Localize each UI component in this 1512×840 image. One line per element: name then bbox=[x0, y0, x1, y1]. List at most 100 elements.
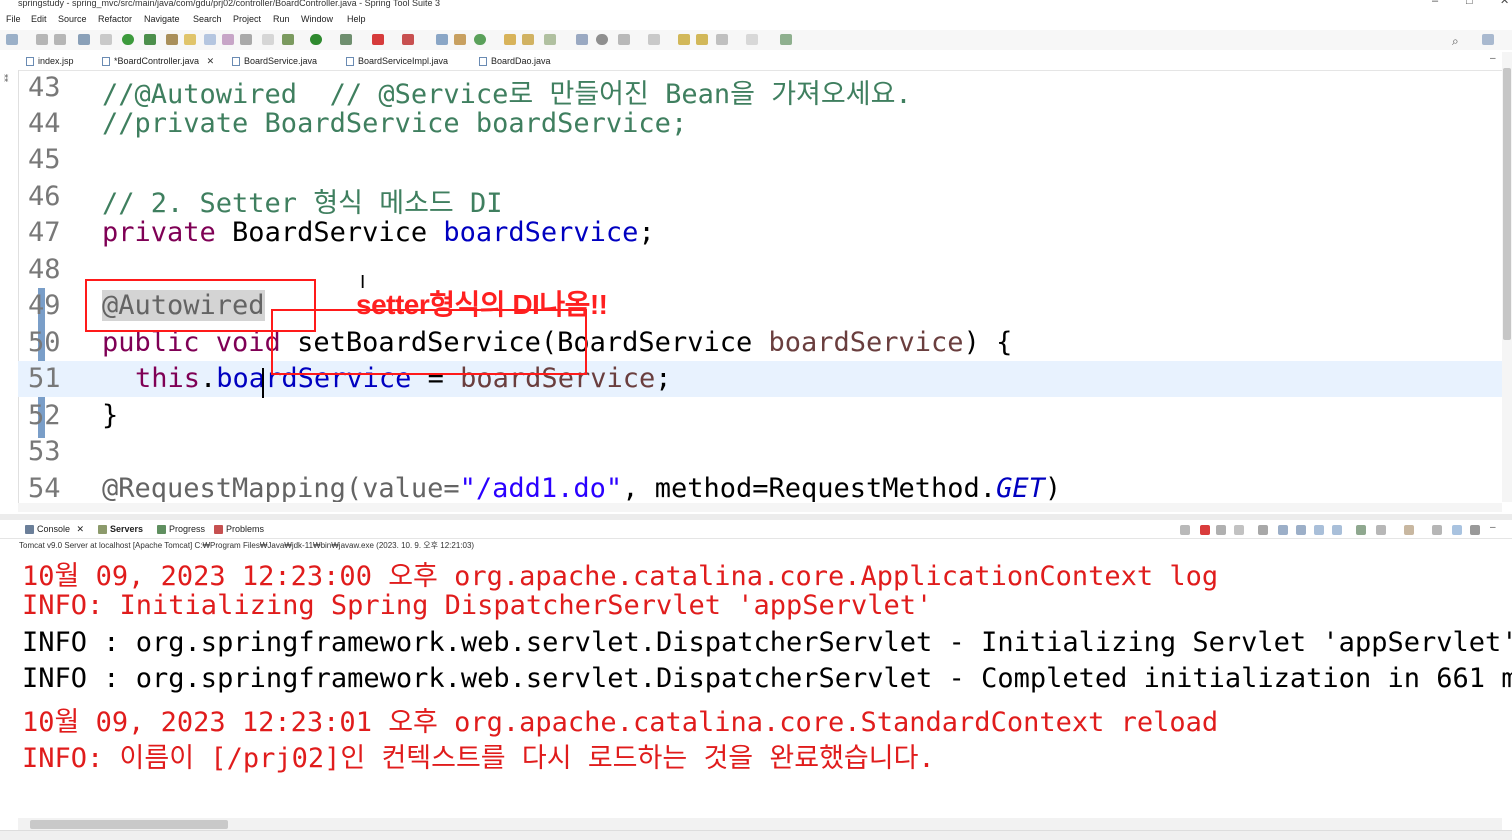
menu-source[interactable]: Source bbox=[58, 14, 87, 24]
tab-index-jsp[interactable]: index.jsp bbox=[24, 54, 74, 68]
task-icon[interactable] bbox=[204, 34, 216, 45]
remove-launch-icon[interactable] bbox=[1216, 525, 1226, 535]
maximize-icon[interactable]: □ bbox=[1466, 0, 1473, 7]
menu-search[interactable]: Search bbox=[193, 14, 222, 24]
tab-problems[interactable]: Problems bbox=[214, 524, 264, 534]
menu-file[interactable]: File bbox=[6, 14, 21, 24]
pilcrow-icon[interactable] bbox=[262, 34, 274, 45]
globe-icon[interactable] bbox=[596, 34, 608, 45]
tab-board-service[interactable]: BoardService.java bbox=[230, 54, 317, 68]
external-tools-icon[interactable] bbox=[402, 34, 414, 45]
code-line: 47 private BoardService boardService; bbox=[18, 215, 1502, 251]
console-scroll-thumb[interactable] bbox=[30, 820, 228, 829]
new-project-icon[interactable] bbox=[436, 34, 448, 45]
tab-board-controller[interactable]: *BoardController.java ✕ bbox=[100, 54, 214, 68]
run-icon[interactable] bbox=[310, 34, 322, 45]
menu-edit[interactable]: Edit bbox=[31, 14, 47, 24]
console-line: 10월 09, 2023 12:23:01 오후 org.apache.cata… bbox=[22, 707, 1219, 738]
stop-icon[interactable] bbox=[372, 34, 384, 45]
progress-icon bbox=[157, 525, 166, 534]
terminate-icon[interactable] bbox=[1200, 525, 1210, 535]
server-start-icon[interactable] bbox=[122, 34, 134, 45]
save-all-icon[interactable] bbox=[54, 34, 66, 45]
close-tab-icon[interactable]: ✕ bbox=[207, 56, 215, 66]
open-file-icon[interactable] bbox=[522, 34, 534, 45]
tab-label: index.jsp bbox=[38, 56, 74, 66]
debug-icon[interactable] bbox=[282, 34, 294, 45]
pin-console-icon[interactable] bbox=[1180, 525, 1190, 535]
tab-board-dao[interactable]: BoardDao.java bbox=[477, 54, 551, 68]
console-line: INFO: Initializing Spring DispatcherServ… bbox=[22, 590, 933, 621]
refresh-icon[interactable] bbox=[144, 34, 156, 45]
open-folder-icon[interactable] bbox=[504, 34, 516, 45]
forward-icon[interactable] bbox=[746, 34, 758, 45]
text-cursor-icon: I bbox=[360, 272, 366, 293]
line-number: 45 bbox=[28, 144, 61, 175]
console-output[interactable]: 10월 09, 2023 12:23:00 오후 org.apache.cata… bbox=[22, 552, 1512, 812]
code-text: private BoardService boardService; bbox=[102, 217, 655, 248]
word-wrap-icon[interactable] bbox=[1296, 525, 1306, 535]
line-number: 54 bbox=[28, 473, 61, 502]
jsp-file-icon bbox=[26, 57, 34, 66]
display-console-icon[interactable] bbox=[1376, 525, 1386, 535]
tab-board-service-impl[interactable]: BoardServiceImpl.java bbox=[344, 54, 448, 68]
open-console-icon[interactable] bbox=[1404, 525, 1414, 535]
new-icon[interactable] bbox=[6, 34, 18, 45]
editor-tab-bar: index.jsp *BoardController.java ✕ BoardS… bbox=[0, 52, 1512, 71]
console-horizontal-scrollbar[interactable] bbox=[18, 818, 1502, 830]
gear-icon[interactable] bbox=[1470, 525, 1480, 535]
save-icon[interactable] bbox=[36, 34, 48, 45]
block-icon[interactable] bbox=[240, 34, 252, 45]
prev-annotation-icon[interactable] bbox=[648, 34, 660, 45]
pane-divider[interactable] bbox=[0, 514, 1512, 520]
show-stdout-icon[interactable] bbox=[1314, 525, 1324, 535]
open-type-icon[interactable] bbox=[166, 34, 178, 45]
editor-scroll-thumb[interactable] bbox=[1503, 68, 1511, 340]
minimize-console-icon[interactable]: – bbox=[1490, 522, 1496, 533]
close-tab-icon[interactable]: ✕ bbox=[77, 524, 85, 534]
back-icon[interactable] bbox=[716, 34, 728, 45]
tab-servers[interactable]: Servers bbox=[98, 524, 143, 534]
console-settings-icon[interactable] bbox=[1432, 525, 1442, 535]
pin-icon[interactable] bbox=[1356, 525, 1366, 535]
restore-icon[interactable]: ⁑ bbox=[4, 74, 9, 85]
minimize-editor-icon[interactable]: – bbox=[1490, 53, 1496, 64]
tab-progress[interactable]: Progress bbox=[157, 524, 205, 534]
annotation-icon[interactable] bbox=[222, 34, 234, 45]
show-stderr-icon[interactable] bbox=[1332, 525, 1342, 535]
tab-console[interactable]: Console ✕ bbox=[25, 524, 84, 535]
last-edit-icon[interactable] bbox=[678, 34, 690, 45]
search-tool-icon[interactable] bbox=[544, 34, 556, 45]
remove-all-icon[interactable] bbox=[1234, 525, 1244, 535]
menu-run[interactable]: Run bbox=[273, 14, 290, 24]
link-icon[interactable] bbox=[1452, 525, 1462, 535]
print-icon[interactable] bbox=[78, 34, 90, 45]
coverage-icon[interactable] bbox=[340, 34, 352, 45]
toggle-icon[interactable] bbox=[576, 34, 588, 45]
wand-icon[interactable] bbox=[100, 34, 112, 45]
window-title: springstudy - spring_mvc/src/main/java/c… bbox=[18, 0, 441, 8]
line-number: 52 bbox=[28, 400, 61, 431]
open-perspective-icon[interactable] bbox=[1482, 34, 1494, 45]
menu-help[interactable]: Help bbox=[347, 14, 366, 24]
code-line: 46 // 2. Setter 형식 메소드 DI bbox=[18, 179, 1502, 219]
new-class-icon[interactable] bbox=[474, 34, 486, 45]
close-window-icon[interactable]: ✕ bbox=[1500, 0, 1509, 7]
minimize-icon[interactable]: – bbox=[1432, 0, 1438, 7]
editor-horizontal-scrollbar[interactable] bbox=[18, 503, 1502, 512]
perspective-icon[interactable] bbox=[780, 34, 792, 45]
java-file-icon bbox=[102, 57, 110, 66]
pin-icon[interactable] bbox=[696, 34, 708, 45]
search-icon[interactable]: ⌕ bbox=[1452, 34, 1464, 48]
menu-window[interactable]: Window bbox=[301, 14, 333, 24]
code-line: 44 //private BoardService boardService; bbox=[18, 106, 1502, 142]
scroll-lock-icon[interactable] bbox=[1278, 525, 1288, 535]
menu-navigate[interactable]: Navigate bbox=[144, 14, 180, 24]
menu-refactor[interactable]: Refactor bbox=[98, 14, 132, 24]
menu-project[interactable]: Project bbox=[233, 14, 261, 24]
package-icon[interactable] bbox=[454, 34, 466, 45]
line-number: 44 bbox=[28, 108, 61, 139]
pen-icon[interactable] bbox=[184, 34, 196, 45]
clear-console-icon[interactable] bbox=[1258, 525, 1268, 535]
next-annotation-icon[interactable] bbox=[618, 34, 630, 45]
